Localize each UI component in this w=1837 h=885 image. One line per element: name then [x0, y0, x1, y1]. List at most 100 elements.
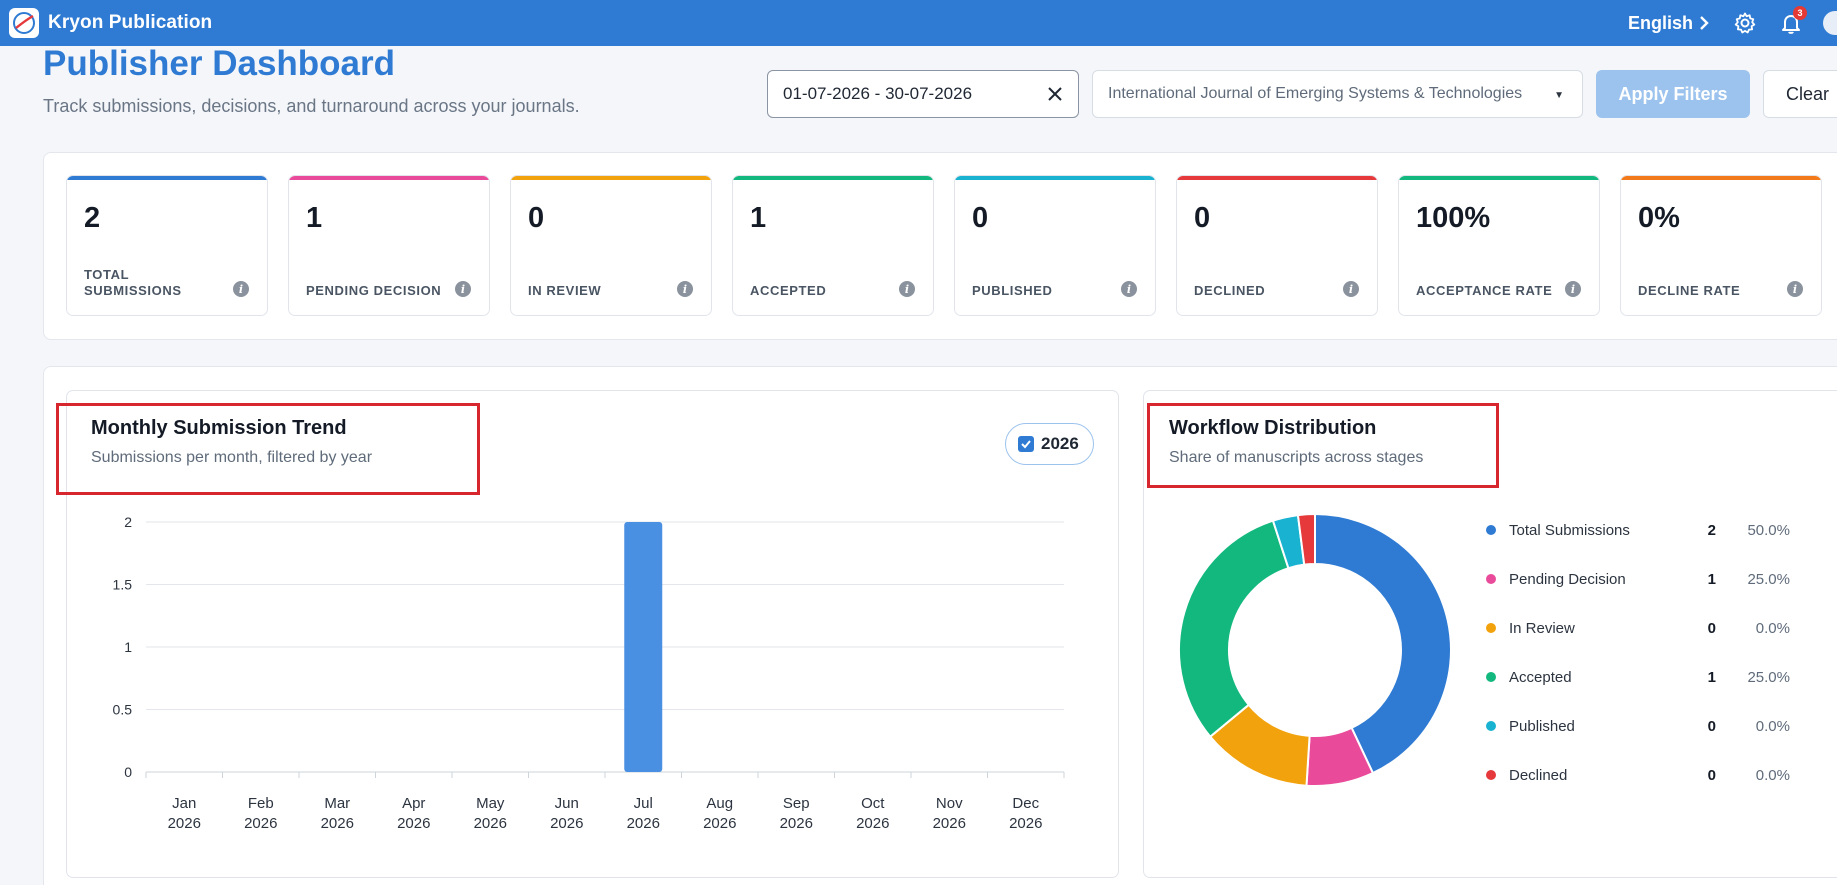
- legend-item[interactable]: Total Submissions 2 50.0%: [1486, 520, 1790, 540]
- legend-count: 0: [1707, 619, 1716, 637]
- x-tick-label: Mar: [324, 795, 350, 812]
- legend-percent: 25.0%: [1747, 668, 1790, 686]
- kpi-accent-bar: [511, 176, 711, 180]
- submission-trend-chart: 0 0.5 1 1.5 2 Jan 2026 Feb 2026 Mar 2026 Apr 2026 May…: [113, 514, 1065, 832]
- brand[interactable]: Kryon Publication: [9, 8, 212, 38]
- page-subtitle: Track submissions, decisions, and turnar…: [43, 96, 580, 116]
- legend-count: 1: [1707, 668, 1716, 686]
- language-selector[interactable]: English: [1628, 13, 1709, 34]
- caret-down-icon: ▼: [1554, 90, 1564, 101]
- legend-name: Accepted: [1509, 668, 1572, 686]
- legend-name: In Review: [1509, 619, 1575, 637]
- date-range-value: 01-07-2026 - 30-07-2026: [783, 84, 973, 103]
- info-icon[interactable]: i: [1565, 281, 1581, 297]
- x-tick-year-label: 2026: [627, 815, 660, 832]
- kpi-panel: 2 TOTAL SUBMISSIONS i 1 PENDING DECISION i 0 IN…: [43, 152, 1837, 340]
- info-icon[interactable]: i: [233, 281, 249, 297]
- kpi-label: IN REVIEW: [528, 283, 602, 298]
- kpi-card: 0 DECLINED i: [1176, 175, 1378, 316]
- x-tick-year-label: 2026: [474, 815, 507, 832]
- x-tick-year-label: 2026: [244, 815, 277, 832]
- journal-select[interactable]: International Journal of Emerging System…: [1092, 70, 1583, 118]
- kpi-value: 100%: [1416, 202, 1491, 234]
- x-tick-year-label: 2026: [856, 815, 889, 832]
- x-tick-year-label: 2026: [397, 815, 430, 832]
- x-tick-year-label: 2026: [1009, 815, 1042, 832]
- x-tick-year-label: 2026: [168, 815, 201, 832]
- legend-item[interactable]: Declined 0 0.0%: [1486, 765, 1790, 785]
- kpi-accent-bar: [67, 176, 267, 180]
- legend-percent: 25.0%: [1747, 570, 1790, 588]
- year-filter-label: 2026: [1041, 434, 1079, 453]
- kpi-card: 1 ACCEPTED i: [732, 175, 934, 316]
- legend-dot-icon: [1486, 623, 1496, 633]
- kpi-accent-bar: [1621, 176, 1821, 180]
- legend-item[interactable]: Accepted 1 25.0%: [1486, 667, 1790, 687]
- notification-badge: 3: [1793, 6, 1807, 20]
- legend-dot-icon: [1486, 525, 1496, 535]
- app-title: Kryon Publication: [48, 12, 213, 33]
- kpi-value: 0%: [1638, 202, 1680, 234]
- y-tick-label: 0.5: [113, 702, 133, 718]
- app-logo-icon: [9, 8, 39, 38]
- kpi-card: 2 TOTAL SUBMISSIONS i: [66, 175, 268, 316]
- legend-name: Pending Decision: [1509, 570, 1626, 588]
- legend-name: Declined: [1509, 766, 1568, 784]
- legend-count: 0: [1707, 717, 1716, 735]
- kpi-label: ACCEPTED: [750, 283, 827, 298]
- kpi-accent-bar: [955, 176, 1155, 180]
- legend-item[interactable]: Pending Decision 1 25.0%: [1486, 569, 1790, 589]
- kpi-value: 0: [528, 202, 545, 234]
- y-tick-label: 1: [124, 639, 132, 655]
- kpi-value: 1: [306, 202, 323, 234]
- kpi-card: 0% DECLINE RATE i: [1620, 175, 1822, 316]
- kpi-accent-bar: [1399, 176, 1599, 180]
- donut-slice[interactable]: [1178, 519, 1290, 739]
- y-tick-label: 1.5: [113, 577, 133, 593]
- kpi-value: 0: [1194, 202, 1211, 234]
- info-icon[interactable]: i: [677, 281, 693, 297]
- kpi-card: 0 IN REVIEW i: [510, 175, 712, 316]
- info-icon[interactable]: i: [1121, 281, 1137, 297]
- close-icon[interactable]: [1044, 83, 1066, 105]
- x-tick-year-label: 2026: [933, 815, 966, 832]
- info-icon[interactable]: i: [1343, 281, 1359, 297]
- legend-item[interactable]: Published 0 0.0%: [1486, 716, 1790, 736]
- legend-count: 0: [1707, 766, 1716, 784]
- legend-dot-icon: [1486, 574, 1496, 584]
- avatar[interactable]: [1823, 11, 1837, 35]
- x-tick-label: May: [476, 795, 505, 812]
- y-tick-label: 0: [124, 764, 132, 780]
- kpi-accent-bar: [289, 176, 489, 180]
- bell-icon[interactable]: 3: [1777, 6, 1807, 37]
- kpi-label: ACCEPTANCE RATE: [1416, 283, 1553, 298]
- journal-select-value: International Journal of Emerging System…: [1108, 85, 1523, 102]
- kpi-card: 1 PENDING DECISION i: [288, 175, 490, 316]
- info-icon[interactable]: i: [455, 281, 471, 297]
- info-icon[interactable]: i: [1787, 281, 1803, 297]
- page-title: Publisher Dashboard: [43, 44, 396, 83]
- kpi-label: TOTAL SUBMISSIONS: [84, 267, 182, 298]
- x-tick-label: Apr: [402, 795, 425, 812]
- kpi-accent-bar: [1177, 176, 1377, 180]
- gear-icon[interactable]: [1731, 9, 1759, 37]
- legend-dot-icon: [1486, 770, 1496, 780]
- kpi-accent-bar: [733, 176, 933, 180]
- language-label: English: [1627, 12, 1693, 33]
- x-tick-label: Feb: [248, 795, 274, 812]
- kpi-value: 2: [84, 202, 101, 234]
- year-filter-checkbox[interactable]: 2026: [1005, 423, 1094, 465]
- apply-filters-button[interactable]: Apply Filters: [1596, 70, 1750, 118]
- kpi-value: 1: [750, 202, 767, 234]
- y-tick-label: 2: [124, 514, 132, 530]
- legend-item[interactable]: In Review 0 0.0%: [1486, 618, 1790, 638]
- date-range-input[interactable]: 01-07-2026 - 30-07-2026: [767, 70, 1079, 118]
- info-icon[interactable]: i: [899, 281, 915, 297]
- checkbox-checked-icon: [1018, 436, 1034, 452]
- kpi-card: 0 PUBLISHED i: [954, 175, 1156, 316]
- legend-dot-icon: [1486, 672, 1496, 682]
- x-tick-label: Jul: [634, 795, 653, 812]
- x-tick-label: Sep: [783, 795, 810, 812]
- clear-filters-button[interactable]: Clear: [1763, 70, 1837, 118]
- kpi-label: PENDING DECISION: [306, 283, 442, 298]
